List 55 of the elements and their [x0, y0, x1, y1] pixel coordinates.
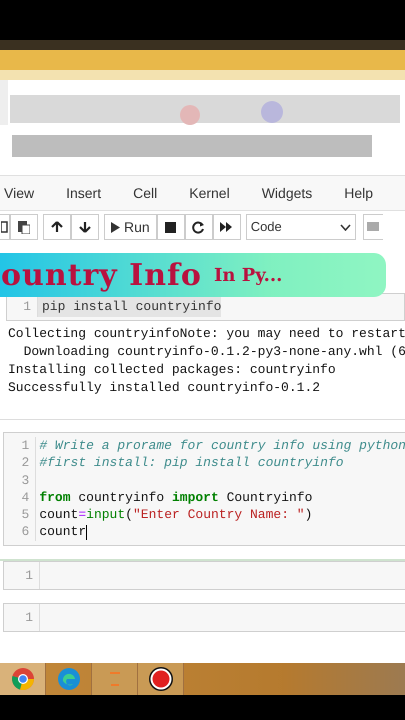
code-token: from	[39, 488, 71, 506]
chrome-icon	[10, 667, 34, 691]
output-line: Downloading countryinfo-0.1.2-py3-none-any.whl (6	[22, 343, 405, 361]
code-token: Countryinfo	[226, 488, 312, 506]
play-icon	[111, 222, 120, 232]
code-token: countryinfo	[77, 488, 166, 506]
paste-button[interactable]	[10, 214, 38, 240]
fast-forward-button[interactable]	[212, 214, 241, 240]
restart-icon	[192, 220, 206, 234]
up-arrow-icon	[51, 221, 63, 233]
line-number: 2	[20, 454, 30, 472]
code-comment: #first install: pip install countryinfo	[39, 454, 344, 472]
menu-item[interactable]: Cell	[133, 182, 158, 204]
move-down-button[interactable]	[71, 214, 99, 240]
record-icon	[148, 666, 174, 692]
run-button[interactable]: Run	[104, 214, 157, 240]
cell-type-dropdown[interactable]: Code	[246, 214, 356, 240]
menu-item[interactable]: Widgets	[262, 182, 312, 204]
line-number: 6	[20, 523, 30, 541]
code-token: )	[304, 506, 312, 524]
line-number: 3	[20, 472, 30, 489]
code-token: =	[78, 506, 86, 524]
output-line: Installing collected packages: countryinfo	[8, 361, 337, 379]
menu-item[interactable]: View	[4, 182, 34, 204]
stop-icon	[165, 222, 176, 232]
edge-icon	[56, 667, 80, 691]
stop-button[interactable]	[156, 214, 185, 240]
line-number: 1	[20, 437, 30, 454]
down-arrow-icon	[79, 221, 91, 233]
code-token: countr	[39, 523, 86, 541]
code-token: "Enter Country Name: "	[132, 506, 305, 524]
fast-forward-icon	[220, 222, 234, 232]
line-number: 1	[4, 604, 40, 631]
chevron-icon	[340, 224, 351, 230]
code-token: (	[125, 506, 133, 524]
code-token: count	[39, 506, 78, 524]
output-line: Collecting countryinfoNote: you may need to restart	[8, 325, 405, 343]
paste-icon	[18, 220, 30, 234]
line-number: 4	[20, 488, 30, 506]
menu-item[interactable]: Help	[344, 182, 374, 204]
banner-subtitle: In Py...	[214, 264, 282, 288]
line-number: 1	[22, 298, 32, 316]
code-token: input	[86, 506, 126, 524]
menu-item[interactable]: Insert	[66, 182, 102, 204]
line-number: 1	[4, 562, 40, 589]
code-token: import	[172, 488, 219, 506]
menu-item[interactable]: Kernel	[189, 182, 230, 204]
taskbar-button[interactable]	[138, 663, 184, 695]
restart-button[interactable]	[184, 214, 213, 240]
move-up-button[interactable]	[43, 214, 71, 240]
copy-button[interactable]	[0, 214, 10, 240]
output-line: Successfully installed countryinfo-0.1.2	[8, 379, 322, 397]
banner-title: ountry Info	[1, 256, 202, 294]
code-comment: # Write a prorame for country info using python	[39, 437, 405, 454]
line-number: 5	[20, 506, 30, 524]
